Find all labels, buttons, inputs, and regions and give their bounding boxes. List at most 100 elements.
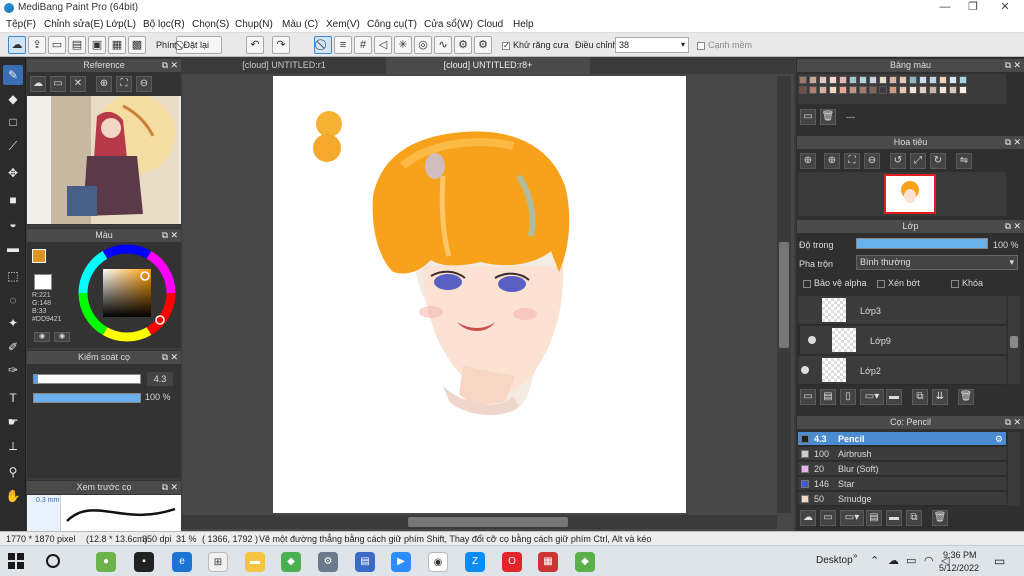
delete-brush-icon[interactable]: 🗑 (932, 510, 948, 526)
store-icon[interactable]: ⊞ (208, 552, 228, 572)
palette-swatch[interactable] (829, 76, 837, 84)
fill-rect-tool-icon[interactable]: ■ (3, 190, 23, 210)
soft-edge-checkbox[interactable]: Cạnh mềm (697, 40, 752, 50)
palette-swatch[interactable] (839, 86, 847, 94)
snap-settings-icon[interactable]: ⚙ (474, 36, 492, 54)
brush-tool-icon[interactable]: ✎ (3, 65, 23, 85)
layer-row[interactable]: Lớp3 (798, 296, 1006, 325)
lock-checkbox[interactable]: Khóa (951, 278, 983, 288)
palette-swatch[interactable] (849, 86, 857, 94)
delete-layer-icon[interactable]: 🗑 (958, 389, 974, 405)
brush-item-star[interactable]: 146 Star (798, 477, 1006, 491)
popout-icon[interactable]: ⧉ (162, 59, 168, 72)
palette-mini-icon[interactable]: ◉ (34, 332, 50, 342)
palette-swatch[interactable] (819, 76, 827, 84)
palette-swatch[interactable] (929, 76, 937, 84)
transparent-color-swatch[interactable] (34, 274, 52, 290)
text-tool-icon[interactable]: T (3, 388, 23, 408)
palette-swatch[interactable] (909, 76, 917, 84)
merge-layer-icon[interactable]: ⇊ (932, 389, 948, 405)
popout-icon[interactable]: ⧉ (162, 481, 168, 494)
clock-date[interactable]: 5/12/2022 (939, 563, 979, 573)
brush-scrollbar[interactable] (1008, 432, 1020, 506)
navigator-viewport[interactable] (884, 174, 936, 214)
zoom-out-icon[interactable]: ⊖ (136, 76, 152, 92)
blend-mode-select[interactable]: Bình thường ▾ (856, 255, 1018, 270)
vertical-scrollbar[interactable] (777, 76, 791, 513)
upload-icon[interactable]: ⇪ (28, 36, 46, 54)
lasso-tool-icon[interactable]: ◌ (3, 290, 23, 310)
brush-cloud-icon[interactable]: ☁ (800, 510, 816, 526)
palette-swatch[interactable] (909, 86, 917, 94)
chevron-up-icon[interactable]: ⌃ (870, 554, 879, 567)
folder-icon[interactable]: ▬ (886, 389, 902, 405)
tab-document-r8[interactable]: [cloud] UNTITLED:r8+ (386, 57, 590, 74)
visibility-icon[interactable] (801, 366, 809, 374)
palette-swatch[interactable] (879, 76, 887, 84)
brush-item-smudge[interactable]: 50 Smudge (798, 492, 1006, 506)
palette-swatch[interactable] (819, 86, 827, 94)
menu-snap[interactable]: Chụp(N) (235, 19, 273, 30)
brush-item-blur[interactable]: 20 Blur (Soft) (798, 462, 1006, 476)
rotate-left-icon[interactable]: ↺ (890, 153, 906, 169)
menu-layer[interactable]: Lớp(L) (106, 19, 136, 30)
menu-view[interactable]: Xem(V) (326, 19, 360, 30)
palette-swatch[interactable] (809, 76, 817, 84)
cross-snap-icon[interactable]: # (354, 36, 372, 54)
close-icon[interactable]: ✕ (170, 59, 178, 72)
edge-icon[interactable]: e (172, 552, 192, 572)
gradient-tool-icon[interactable]: ▬ (3, 238, 23, 258)
close-icon[interactable]: ✕ (170, 481, 178, 494)
new-halftone-layer-icon[interactable]: ▤ (820, 389, 836, 405)
close-icon[interactable]: ✕ (1013, 136, 1021, 149)
comment-icon[interactable]: ▭ (48, 36, 66, 54)
select-eraser-tool-icon[interactable]: ✑ (3, 360, 23, 380)
palette-swatch[interactable] (869, 76, 877, 84)
magic-wand-tool-icon[interactable]: ✦ (3, 313, 23, 333)
move-tool-icon[interactable]: ✥ (3, 163, 23, 183)
grid-settings-icon[interactable]: ▦ (108, 36, 126, 54)
curve-snap-icon[interactable]: ∿ (434, 36, 452, 54)
close-icon[interactable]: ✕ (990, 0, 1020, 16)
menu-filter[interactable]: Bộ lọc(R) (143, 19, 185, 30)
page-icon[interactable]: ▣ (88, 36, 106, 54)
duplicate-brush-icon[interactable]: ⧉ (906, 510, 922, 526)
palette-swatch[interactable] (939, 76, 947, 84)
color-wheel[interactable] (78, 244, 176, 342)
menu-tools[interactable]: Công cụ(T) (367, 19, 417, 30)
select-tool-icon[interactable]: ⬚ (3, 266, 23, 286)
palette-swatch[interactable] (939, 86, 947, 94)
message-icon[interactable]: ▤ (68, 36, 86, 54)
nav-fit-icon[interactable]: ⛶ (844, 153, 860, 169)
palette-swatch[interactable] (949, 76, 957, 84)
palette-swatch[interactable] (919, 86, 927, 94)
menu-help[interactable]: Help (513, 19, 534, 30)
menu-select[interactable]: Chọn(S) (192, 19, 229, 30)
clock-time[interactable]: 9:36 PM (943, 550, 977, 560)
undo-icon[interactable]: ↶ (246, 36, 264, 54)
opera-icon[interactable]: O (502, 552, 522, 572)
gear-icon[interactable]: ⚙ (995, 432, 1003, 446)
brush-settings-icon[interactable]: ▤ (866, 510, 882, 526)
wifi-icon[interactable]: ◠ (924, 554, 934, 567)
nav-zoom-in-icon[interactable]: ⊕ (824, 153, 840, 169)
delete-palette-icon[interactable]: 🗑 (820, 109, 836, 125)
menu-cloud[interactable]: Cloud (477, 19, 503, 30)
keyboard-icon[interactable]: ▭ (906, 554, 916, 567)
reset-button[interactable]: ⃠ Đặt lại (176, 36, 222, 54)
reference-image[interactable] (27, 96, 181, 224)
vertical-scroll-thumb[interactable] (779, 242, 789, 348)
chrome-icon[interactable]: ◉ (428, 552, 448, 572)
reference-cloud-icon[interactable]: ☁ (30, 76, 46, 92)
brush-size-value[interactable]: 4.3 (147, 372, 173, 386)
add-palette-icon[interactable]: ▭ (800, 109, 816, 125)
palette-swatch[interactable] (859, 76, 867, 84)
redo-icon[interactable]: ↷ (272, 36, 290, 54)
popout-icon[interactable]: ⧉ (162, 229, 168, 242)
settings-icon[interactable]: ⚙ (454, 36, 472, 54)
onedrive-icon[interactable]: ☁ (888, 554, 899, 567)
app-icon-3[interactable]: ▤ (355, 552, 375, 572)
palette-swatch[interactable] (959, 86, 967, 94)
divide-tool-icon[interactable]: ⟂ (3, 436, 23, 456)
select-pen-tool-icon[interactable]: ✐ (3, 337, 23, 357)
